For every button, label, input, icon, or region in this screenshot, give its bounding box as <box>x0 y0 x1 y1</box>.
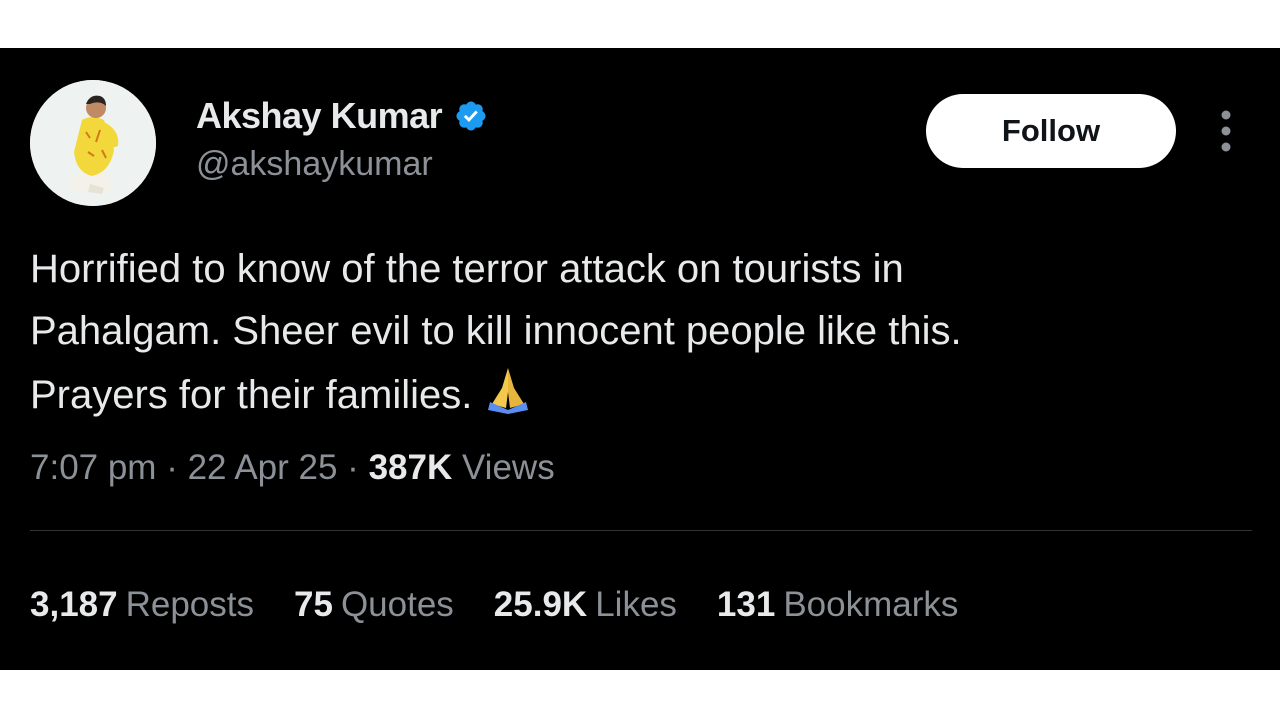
tweet-text-line: Prayers for their families. <box>30 362 1230 426</box>
likes-stat[interactable]: 25.9K Likes <box>494 580 677 630</box>
bookmarks-label: Bookmarks <box>783 585 959 624</box>
tweet-time[interactable]: 7:07 pm <box>30 448 156 487</box>
tweet-text-line: Pahalgam. Sheer evil to kill innocent pe… <box>30 309 962 353</box>
tweet-text-line-content: Prayers for their families. <box>30 373 473 417</box>
author-handle[interactable]: @akshaykumar <box>196 144 433 184</box>
quotes-label: Quotes <box>340 585 454 624</box>
more-options-button[interactable] <box>1212 108 1240 154</box>
verified-badge-icon <box>456 101 486 131</box>
tweet-card: Akshay Kumar @akshaykumar Follow Horrifi… <box>0 48 1280 670</box>
views-label: Views <box>461 448 555 487</box>
bookmarks-stat[interactable]: 131 Bookmarks <box>717 580 958 630</box>
avatar[interactable] <box>30 80 156 206</box>
profile-photo-icon <box>30 80 156 206</box>
bookmarks-count: 131 <box>716 585 776 624</box>
tweet-meta: 7:07 pm · 22 Apr 25 · 387K Views <box>30 443 555 493</box>
reposts-count: 3,187 <box>30 585 118 624</box>
meta-separator: · <box>347 448 359 487</box>
follow-button[interactable]: Follow <box>926 94 1176 168</box>
author-name[interactable]: Akshay Kumar <box>196 96 443 136</box>
tweet-date[interactable]: 22 Apr 25 <box>188 448 338 487</box>
tweet-text-line: Horrified to know of the terror attack o… <box>30 247 904 291</box>
reposts-stat[interactable]: 3,187 Reposts <box>30 580 254 630</box>
author-name-row: Akshay Kumar <box>196 96 488 136</box>
quotes-stat[interactable]: 75 Quotes <box>294 580 454 630</box>
folded-hands-emoji-icon <box>488 368 529 414</box>
likes-label: Likes <box>595 585 677 624</box>
vertical-ellipsis-icon <box>1221 110 1231 152</box>
tweet-text: Horrified to know of the terror attack o… <box>30 238 1230 426</box>
reposts-label: Reposts <box>125 585 254 624</box>
likes-count: 25.9K <box>493 585 588 624</box>
divider <box>30 530 1252 531</box>
meta-separator: · <box>166 448 178 487</box>
quotes-count: 75 <box>294 585 333 624</box>
engagement-stats: 3,187 Reposts 75 Quotes 25.9K Likes 131 Book… <box>30 580 958 630</box>
views-count: 387K <box>368 448 453 487</box>
